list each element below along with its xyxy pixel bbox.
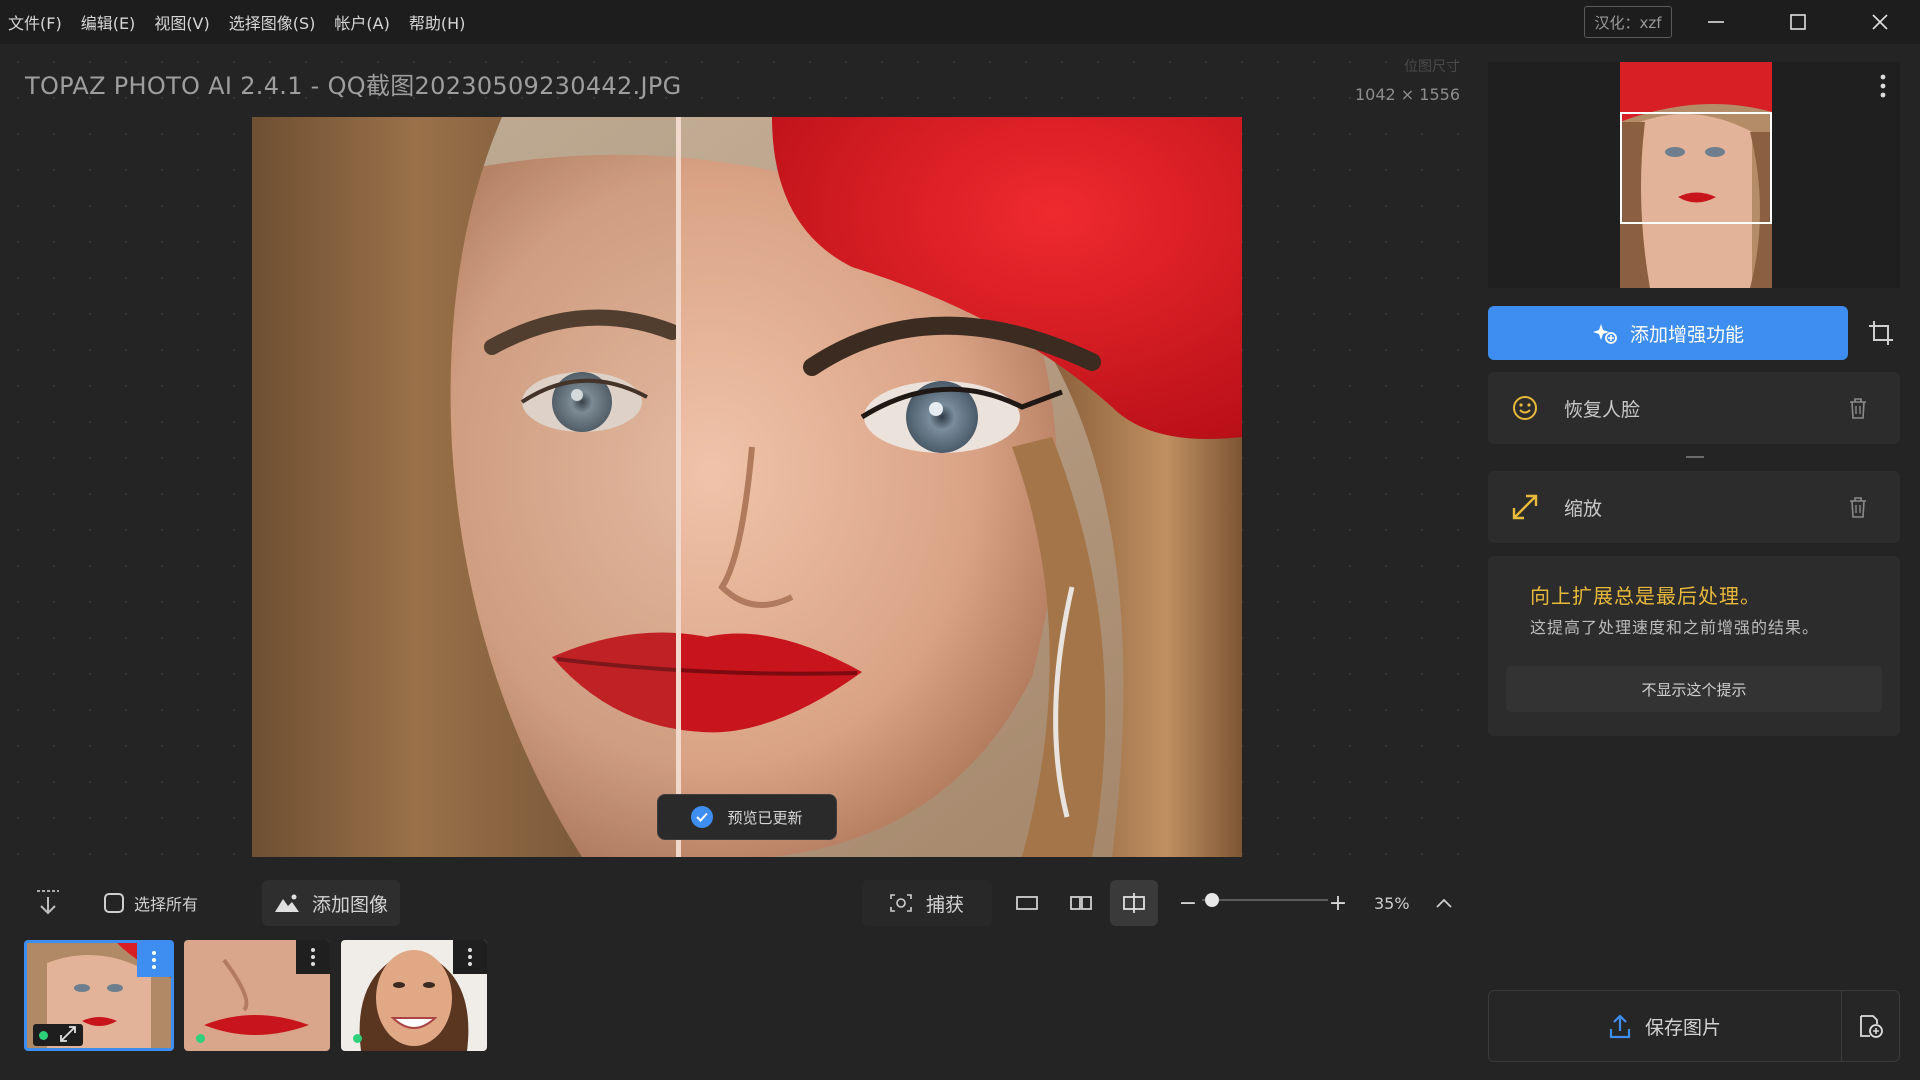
minimize-button[interactable] bbox=[1676, 0, 1756, 44]
navigator-panel bbox=[1488, 62, 1900, 288]
thumbnail-menu-button[interactable] bbox=[296, 940, 330, 974]
tip-title: 向上扩展总是最后处理。 bbox=[1530, 584, 1761, 608]
check-circle-icon bbox=[691, 806, 714, 828]
save-image-label: 保存图片 bbox=[1644, 1016, 1721, 1039]
thumbnail-2[interactable] bbox=[184, 940, 330, 1051]
side-by-side-button[interactable] bbox=[1066, 880, 1096, 926]
maximize-icon bbox=[1790, 14, 1806, 30]
trash-icon[interactable] bbox=[1848, 496, 1868, 518]
document-title: TOPAZ PHOTO AI 2.4.1 - QQ截图2023050923044… bbox=[25, 72, 682, 100]
save-options-button[interactable] bbox=[1841, 991, 1899, 1061]
split-view-icon bbox=[1123, 893, 1145, 913]
close-button[interactable] bbox=[1840, 0, 1920, 44]
add-image-button[interactable]: 添加图像 bbox=[262, 880, 400, 926]
face-icon bbox=[1513, 396, 1537, 420]
expand-panel-button[interactable] bbox=[1434, 880, 1454, 926]
select-all-label: 选择所有 bbox=[134, 895, 199, 914]
localization-badge: 汉化：xzf bbox=[1584, 6, 1672, 38]
menu-edit[interactable]: 编辑(E) bbox=[81, 10, 136, 34]
maximize-button[interactable] bbox=[1758, 0, 1838, 44]
tip-body: 这提高了处理速度和之前增强的结果。 bbox=[1530, 618, 1820, 637]
crop-button[interactable] bbox=[1862, 306, 1900, 360]
select-all-control[interactable]: 选择所有 bbox=[104, 880, 198, 926]
drag-divider[interactable] bbox=[1686, 456, 1704, 458]
minimize-icon bbox=[1708, 21, 1724, 23]
resize-arrows-icon bbox=[60, 1026, 76, 1042]
zoom-in-button[interactable]: + bbox=[1328, 880, 1348, 926]
capture-button[interactable]: 捕获 bbox=[862, 880, 992, 926]
zoom-level: 35% bbox=[1374, 893, 1410, 913]
preview-updated-toast: 预览已更新 bbox=[657, 794, 837, 840]
more-vertical-icon bbox=[311, 948, 315, 966]
single-view-icon bbox=[1016, 896, 1038, 910]
menu-file[interactable]: 文件(F) bbox=[8, 10, 62, 34]
more-vertical-icon bbox=[468, 948, 472, 966]
mountain-image-icon bbox=[274, 894, 299, 912]
thumbnail-3[interactable] bbox=[341, 940, 487, 1051]
dimensions-label: 位图尺寸 bbox=[1404, 59, 1460, 75]
export-settings-icon bbox=[1859, 1015, 1883, 1038]
save-bar: 保存图片 bbox=[1488, 990, 1900, 1062]
close-icon bbox=[1872, 14, 1888, 30]
menu-account[interactable]: 帐户(A) bbox=[334, 10, 389, 34]
single-view-button[interactable] bbox=[1012, 880, 1042, 926]
download-icon bbox=[37, 890, 59, 915]
title-bar: 文件(F) 编辑(E) 视图(V) 选择图像(S) 帐户(A) 帮助(H) 汉化… bbox=[0, 0, 1920, 44]
enhancement-label: 缩放 bbox=[1564, 497, 1603, 520]
status-dot bbox=[353, 1034, 362, 1043]
camera-capture-icon bbox=[890, 894, 912, 912]
dismiss-tip-button[interactable]: 不显示这个提示 bbox=[1506, 666, 1882, 712]
thumbnail-menu-button[interactable] bbox=[137, 943, 171, 977]
thumbnail-1[interactable] bbox=[24, 940, 174, 1051]
chevron-up-icon bbox=[1436, 898, 1452, 908]
menu-view[interactable]: 视图(V) bbox=[154, 10, 209, 34]
enhancement-face-recovery[interactable]: 恢复人脸 bbox=[1488, 372, 1900, 444]
select-all-checkbox[interactable] bbox=[104, 893, 124, 913]
add-image-label: 添加图像 bbox=[311, 893, 388, 916]
split-view-button[interactable] bbox=[1110, 880, 1158, 926]
thumbnail-menu-button[interactable] bbox=[453, 940, 487, 974]
status-dot bbox=[196, 1034, 205, 1043]
menu-help[interactable]: 帮助(H) bbox=[409, 10, 466, 34]
sparkle-add-icon bbox=[1592, 324, 1617, 344]
save-image-button[interactable]: 保存图片 bbox=[1489, 991, 1841, 1061]
comparison-split-handle[interactable] bbox=[676, 117, 681, 857]
status-dot bbox=[39, 1031, 48, 1040]
upload-icon bbox=[1609, 1014, 1631, 1039]
add-enhancement-label: 添加增强功能 bbox=[1629, 323, 1744, 346]
enhancement-upscale[interactable]: 缩放 bbox=[1488, 471, 1900, 543]
add-enhancement-button[interactable]: 添加增强功能 bbox=[1488, 306, 1848, 360]
import-button[interactable] bbox=[30, 880, 66, 926]
toast-text: 预览已更新 bbox=[727, 808, 803, 827]
zoom-slider-handle[interactable] bbox=[1205, 893, 1219, 907]
dimensions-value: 1042 × 1556 bbox=[1354, 85, 1460, 104]
crop-icon bbox=[1869, 321, 1893, 345]
resize-arrows-icon bbox=[1512, 494, 1538, 520]
portrait-comparison-image bbox=[252, 117, 1242, 857]
trash-icon[interactable] bbox=[1848, 397, 1868, 419]
more-vertical-icon[interactable] bbox=[1880, 74, 1886, 98]
image-preview[interactable] bbox=[252, 117, 1242, 857]
zoom-slider-track[interactable] bbox=[1202, 899, 1328, 901]
capture-label: 捕获 bbox=[925, 893, 964, 916]
more-vertical-icon bbox=[152, 951, 156, 969]
enhancement-label: 恢复人脸 bbox=[1564, 398, 1641, 421]
zoom-out-button[interactable]: − bbox=[1178, 880, 1198, 926]
menu-bar: 文件(F) 编辑(E) 视图(V) 选择图像(S) 帐户(A) 帮助(H) bbox=[8, 0, 484, 44]
upscale-tip-card: 向上扩展总是最后处理。 这提高了处理速度和之前增强的结果。 不显示这个提示 bbox=[1488, 556, 1900, 736]
navigator-image[interactable] bbox=[1620, 62, 1772, 288]
menu-select-image[interactable]: 选择图像(S) bbox=[229, 10, 316, 34]
side-by-side-icon bbox=[1070, 896, 1092, 910]
